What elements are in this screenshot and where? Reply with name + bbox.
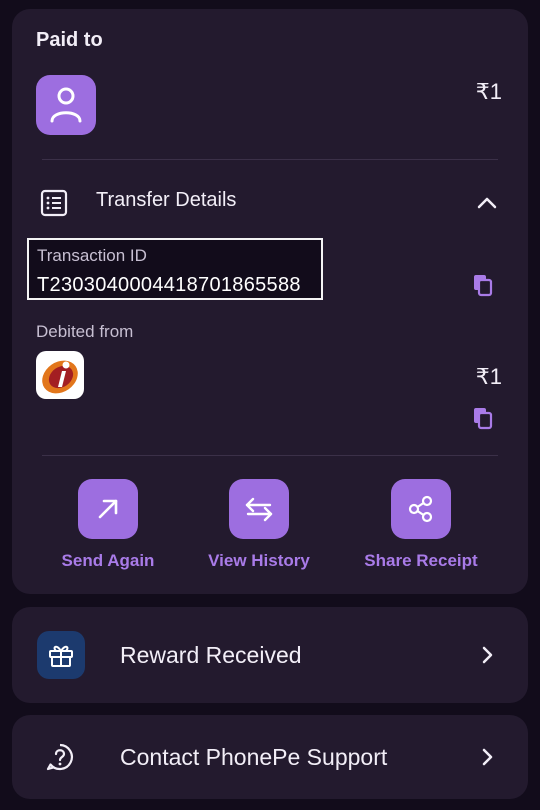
action-buttons: Send Again View History Share Receipt [12, 479, 528, 579]
paid-to-label: Paid to [36, 29, 103, 51]
arrow-up-right-icon [98, 499, 118, 519]
receipt-list-icon [40, 189, 68, 217]
chevron-right-icon[interactable] [478, 746, 496, 768]
help-icon [46, 743, 73, 771]
gift-icon-tile [37, 631, 85, 679]
reward-received-row[interactable]: Reward Received [12, 607, 528, 703]
send-again-icon-tile[interactable] [78, 479, 138, 539]
paid-amount: ₹1 [475, 79, 502, 104]
send-again-button[interactable]: Send Again [28, 479, 188, 571]
share-receipt-icon-tile[interactable] [391, 479, 451, 539]
view-history-label[interactable]: View History [208, 551, 310, 571]
divider [42, 159, 498, 160]
bank-logo-icon [42, 360, 78, 394]
contact-support-label[interactable]: Contact PhonePe Support [120, 744, 387, 771]
divider [42, 455, 498, 456]
bank-logo [36, 351, 84, 399]
transaction-id-value: T2303040004418701865588 [37, 274, 301, 296]
person-icon [50, 87, 82, 123]
payee-avatar [36, 75, 96, 135]
gift-icon [49, 645, 73, 667]
copy-icon[interactable] [472, 406, 494, 430]
debited-amount: ₹1 [475, 364, 502, 389]
contact-support-row[interactable]: Contact PhonePe Support [12, 715, 528, 799]
transaction-id-box: Transaction ID T2303040004418701865588 [27, 238, 323, 300]
chevron-right-icon[interactable] [478, 644, 496, 666]
payment-details-card: Paid to ₹1 Transfer Details Transaction … [12, 9, 528, 594]
view-history-button[interactable]: View History [179, 479, 339, 571]
share-icon [408, 495, 433, 523]
copy-icon[interactable] [472, 273, 494, 297]
transaction-id-label: Transaction ID [37, 246, 147, 265]
view-history-icon-tile[interactable] [229, 479, 289, 539]
share-receipt-label[interactable]: Share Receipt [364, 551, 477, 571]
swap-arrows-icon [245, 497, 273, 522]
reward-received-label[interactable]: Reward Received [120, 642, 302, 669]
debited-from-label: Debited from [36, 322, 134, 341]
send-again-label[interactable]: Send Again [62, 551, 155, 571]
transfer-details-title[interactable]: Transfer Details [96, 189, 236, 212]
chevron-up-icon[interactable] [476, 192, 498, 214]
share-receipt-button[interactable]: Share Receipt [341, 479, 501, 571]
